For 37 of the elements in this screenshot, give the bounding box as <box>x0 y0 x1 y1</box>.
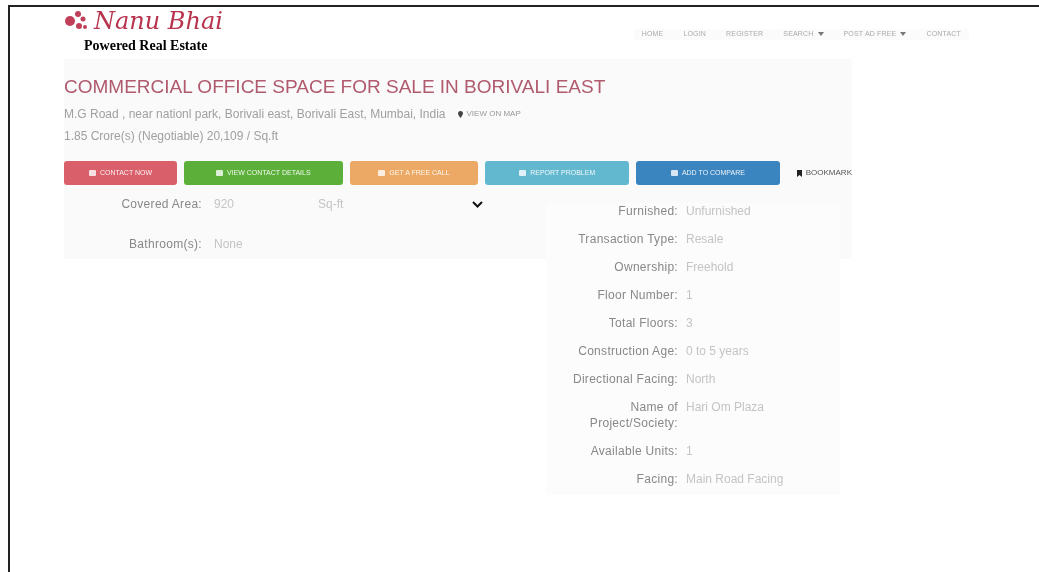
bookmark-icon <box>796 169 802 177</box>
detail-value: Hari Om Plaza <box>686 399 765 415</box>
map-link[interactable]: VIEW ON MAP <box>457 108 521 120</box>
detail-value: North <box>686 371 716 387</box>
listing-title: COMMERCIAL OFFICE SPACE FOR SALE IN BORIVALI EAST <box>64 75 607 99</box>
detail-value: Main Road Facing <box>686 471 784 487</box>
detail-label: Furnished: <box>617 203 678 219</box>
detail-label: Name of Project/Society: <box>588 399 678 431</box>
button-icon <box>88 170 96 176</box>
detail-value: Unfurnished <box>686 203 751 219</box>
detail-value: 1 <box>686 287 693 303</box>
detail-value: Resale <box>686 231 724 247</box>
listing-address: M.G Road , near nationl park, Borivali east, Borivali East, Mumbai, India <box>64 106 446 123</box>
chevron-down-icon <box>472 200 483 208</box>
detail-label: Floor Number: <box>596 287 678 303</box>
detail-label: Directional Facing: <box>571 371 678 387</box>
detail-label: Facing: <box>635 471 678 487</box>
map-pin-icon <box>457 110 463 118</box>
logo-tagline: Powered Real Estate <box>84 37 209 55</box>
detail-value: 1 <box>686 443 693 459</box>
detail-value: 3 <box>686 315 693 331</box>
button-icon <box>670 170 678 176</box>
bookmark-link[interactable]: BOOKMARK <box>796 167 852 179</box>
detail-label: Bathroom(s): <box>128 236 202 253</box>
button-icon <box>378 170 386 176</box>
button-icon <box>519 170 527 176</box>
logo-icon <box>64 10 90 32</box>
detail-label: Covered Area: <box>120 196 202 213</box>
detail-label: Ownership: <box>613 259 678 275</box>
detail-label: Transaction Type: <box>577 231 678 247</box>
button-icon <box>215 170 223 176</box>
detail-label: Available Units: <box>589 443 678 459</box>
listing-price: 1.85 Crore(s) (Negotiable) 20,109 / Sq.ft <box>64 128 280 145</box>
detail-label: Total Floors: <box>607 315 678 331</box>
detail-label: Construction Age: <box>577 343 678 359</box>
logo-wordmark: Nanu Bhai <box>94 7 223 35</box>
detail-value: Freehold <box>686 259 734 275</box>
